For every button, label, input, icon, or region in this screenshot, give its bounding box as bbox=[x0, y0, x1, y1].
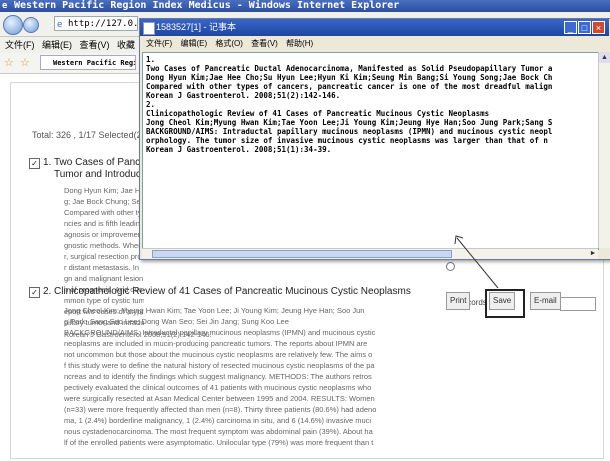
annotation-arrow bbox=[454, 235, 499, 289]
arrow-line bbox=[456, 237, 499, 289]
